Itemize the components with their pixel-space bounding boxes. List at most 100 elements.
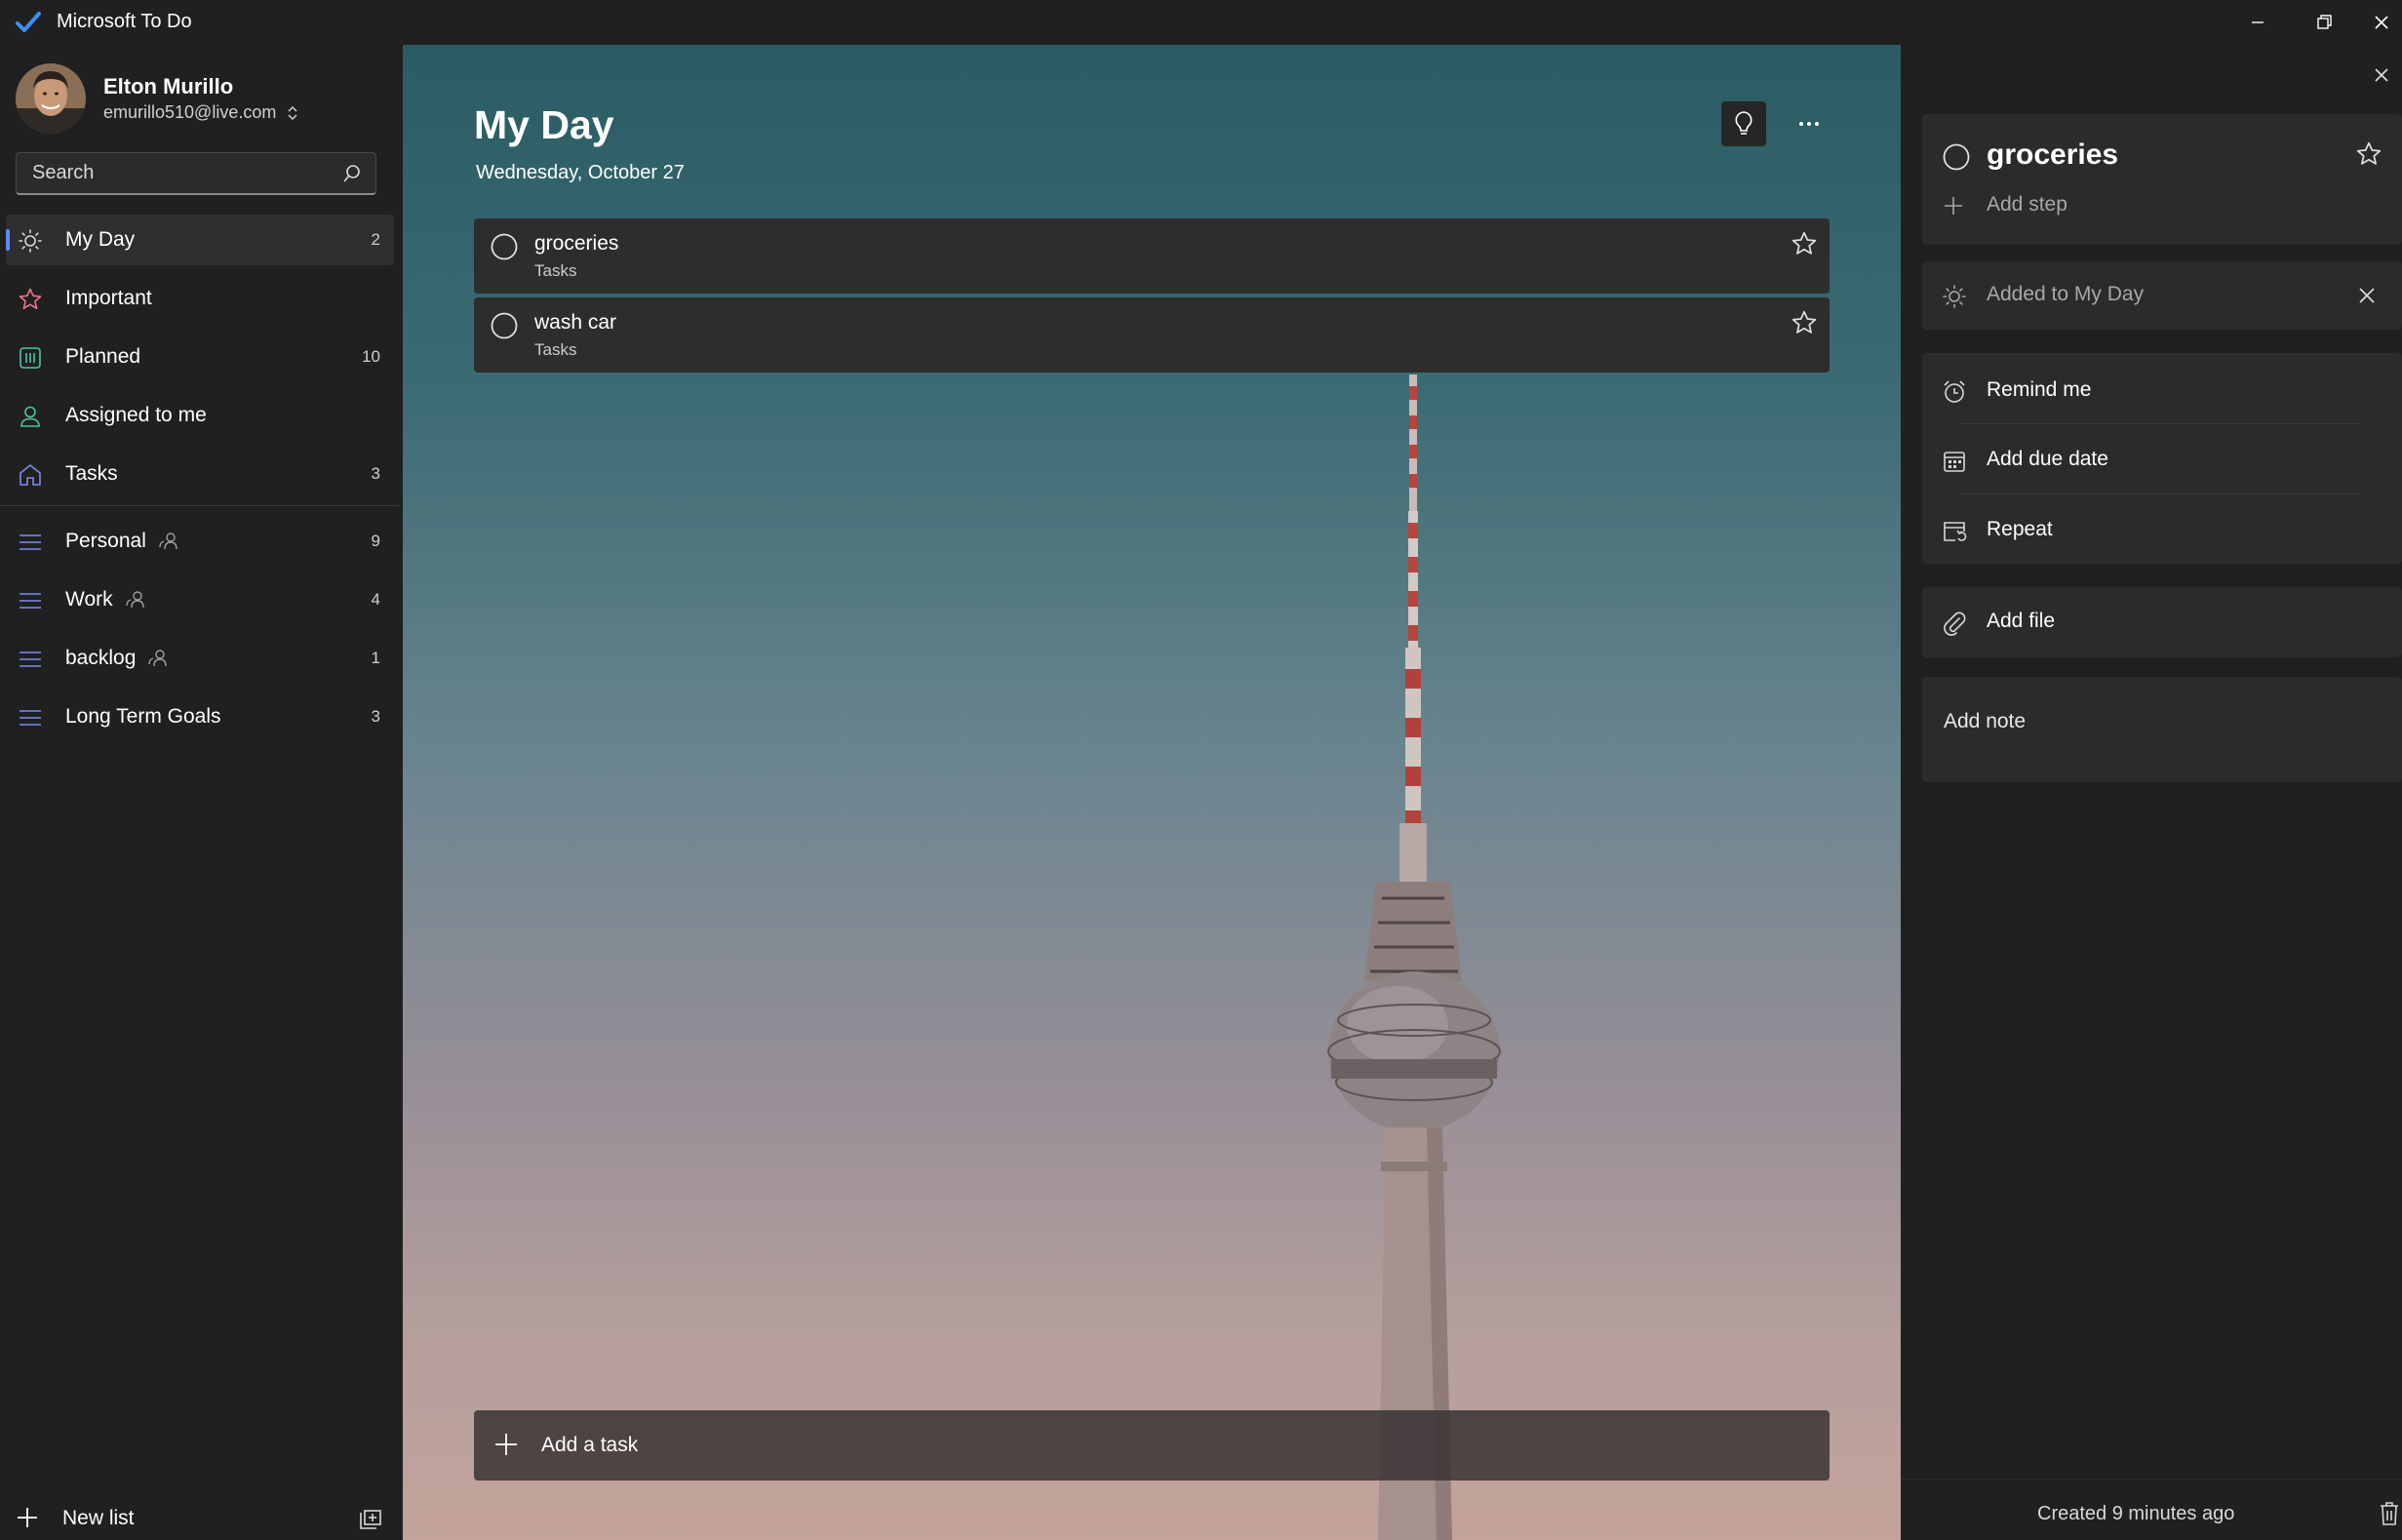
task-list-name: Tasks [534,261,577,280]
sidebar-item-my-day[interactable]: My Day 2 [6,215,394,265]
new-list-button[interactable]: New list [16,1499,386,1538]
sidebar-item-label: backlog [65,647,169,670]
sidebar-item-label: Important [65,287,152,309]
new-group-icon[interactable] [357,1507,384,1532]
item-count: 1 [371,649,380,667]
remind-me-button[interactable]: Remind me [1922,357,2381,425]
title-bar: Microsoft To Do [0,0,2402,45]
search-input[interactable] [32,153,325,192]
task-title: wash car [534,311,617,334]
my-day-label: Added to My Day [1987,283,2145,305]
list-name: Work [65,588,113,611]
shared-people-icon [158,532,179,551]
user-email: emurillo510@live.com [103,102,277,122]
list-lines-icon [18,588,43,613]
sidebar-item-label: Long Term Goals [65,705,221,728]
list-name: Personal [65,530,146,552]
item-count: 2 [371,230,380,249]
close-detail-icon[interactable] [2373,66,2390,84]
avatar[interactable] [16,63,86,134]
calendar-icon [1942,449,1967,474]
sidebar-item-planned[interactable]: Planned 10 [6,332,394,382]
item-count: 10 [362,347,380,366]
suggestions-button[interactable] [1721,101,1766,146]
sidebar-divider [0,505,400,506]
trash-icon[interactable] [2379,1501,2400,1526]
list-lines-icon [18,530,43,555]
item-count: 9 [371,532,380,550]
plus-icon [493,1432,519,1457]
item-count: 3 [371,707,380,726]
add-file-button[interactable]: Add file [1922,588,2381,656]
minimize-icon [2250,15,2265,30]
sun-icon [1942,284,1967,309]
page-date: Wednesday, October 27 [476,162,685,183]
repeat-button[interactable]: Repeat [1922,496,2381,565]
row-separator [1959,423,2359,424]
sidebar-item-backlog[interactable]: backlog 1 [6,633,394,684]
minimize-button[interactable] [2225,0,2290,45]
sidebar-item-label: Planned [65,345,141,368]
more-options-button[interactable] [1787,101,1831,146]
created-timestamp: Created 9 minutes ago [2037,1503,2235,1524]
close-window-button[interactable] [2360,0,2402,45]
app-title: Microsoft To Do [57,11,192,32]
add-note-field[interactable]: Add note [1922,677,2402,782]
repeat-calendar-icon [1942,519,1967,544]
sidebar-item-long-term-goals[interactable]: Long Term Goals 3 [6,691,394,742]
repeat-label: Repeat [1987,518,2053,540]
complete-checkbox[interactable] [490,311,519,340]
item-count: 4 [371,590,380,609]
star-icon[interactable] [1791,309,1818,336]
remind-me-label: Remind me [1987,378,2092,401]
checkmark-app-icon [16,11,41,34]
add-task-input[interactable]: Add a task [474,1410,1830,1481]
page-title: My Day [474,102,614,147]
sidebar-item-label: Work [65,588,146,612]
added-to-my-day-row: Added to My Day [1922,261,2381,330]
sidebar-item-work[interactable]: Work 4 [6,574,394,625]
chevron-up-down-icon [287,105,298,121]
more-dots-icon [1797,120,1821,128]
account-switcher[interactable]: emurillo510@live.com [103,102,298,123]
star-icon[interactable] [2355,140,2382,168]
complete-checkbox[interactable] [1942,142,1971,172]
sun-icon [18,228,43,254]
task-detail-panel: groceries Add step Added to My Day Remin… [1901,45,2402,1540]
add-task-placeholder: Add a task [541,1434,639,1456]
close-icon [2373,14,2390,31]
sidebar-item-personal[interactable]: Personal 9 [6,516,394,567]
sidebar-item-label: Assigned to me [65,404,207,426]
shared-people-icon [147,649,169,668]
add-step-button[interactable]: Add step [1922,178,2381,236]
active-indicator [6,229,10,251]
main-panel: My Day Wednesday, October 27 groceries T… [403,45,1901,1540]
restore-button[interactable] [2293,0,2357,45]
task-item[interactable]: groceries Tasks [474,218,1830,294]
sidebar-item-label: My Day [65,228,136,251]
complete-checkbox[interactable] [490,232,519,261]
add-file-label: Add file [1987,610,2056,632]
plus-icon [16,1506,39,1529]
search-icon[interactable] [342,164,362,183]
sidebar-item-assigned[interactable]: Assigned to me [6,390,394,441]
task-list-name: Tasks [534,340,577,359]
sidebar-item-important[interactable]: Important [6,273,394,324]
user-name: Elton Murillo [103,74,234,99]
sidebar-item-tasks[interactable]: Tasks 3 [6,449,394,499]
plus-icon [1942,194,1965,217]
add-due-date-button[interactable]: Add due date [1922,426,2381,494]
sidebar: Elton Murillo emurillo510@live.com My Da… [0,45,403,1540]
sidebar-item-label: Tasks [65,462,118,485]
remove-from-my-day-icon[interactable] [2357,286,2377,305]
shared-people-icon [125,590,146,610]
paperclip-icon [1942,611,1967,636]
detail-task-title[interactable]: groceries [1987,138,2118,172]
home-icon [18,462,43,488]
list-name: backlog [65,647,137,669]
star-icon[interactable] [1791,230,1818,257]
task-item[interactable]: wash car Tasks [474,297,1830,373]
item-count: 3 [371,464,380,483]
new-list-label: New list [62,1507,135,1529]
alarm-clock-icon [1942,379,1967,405]
